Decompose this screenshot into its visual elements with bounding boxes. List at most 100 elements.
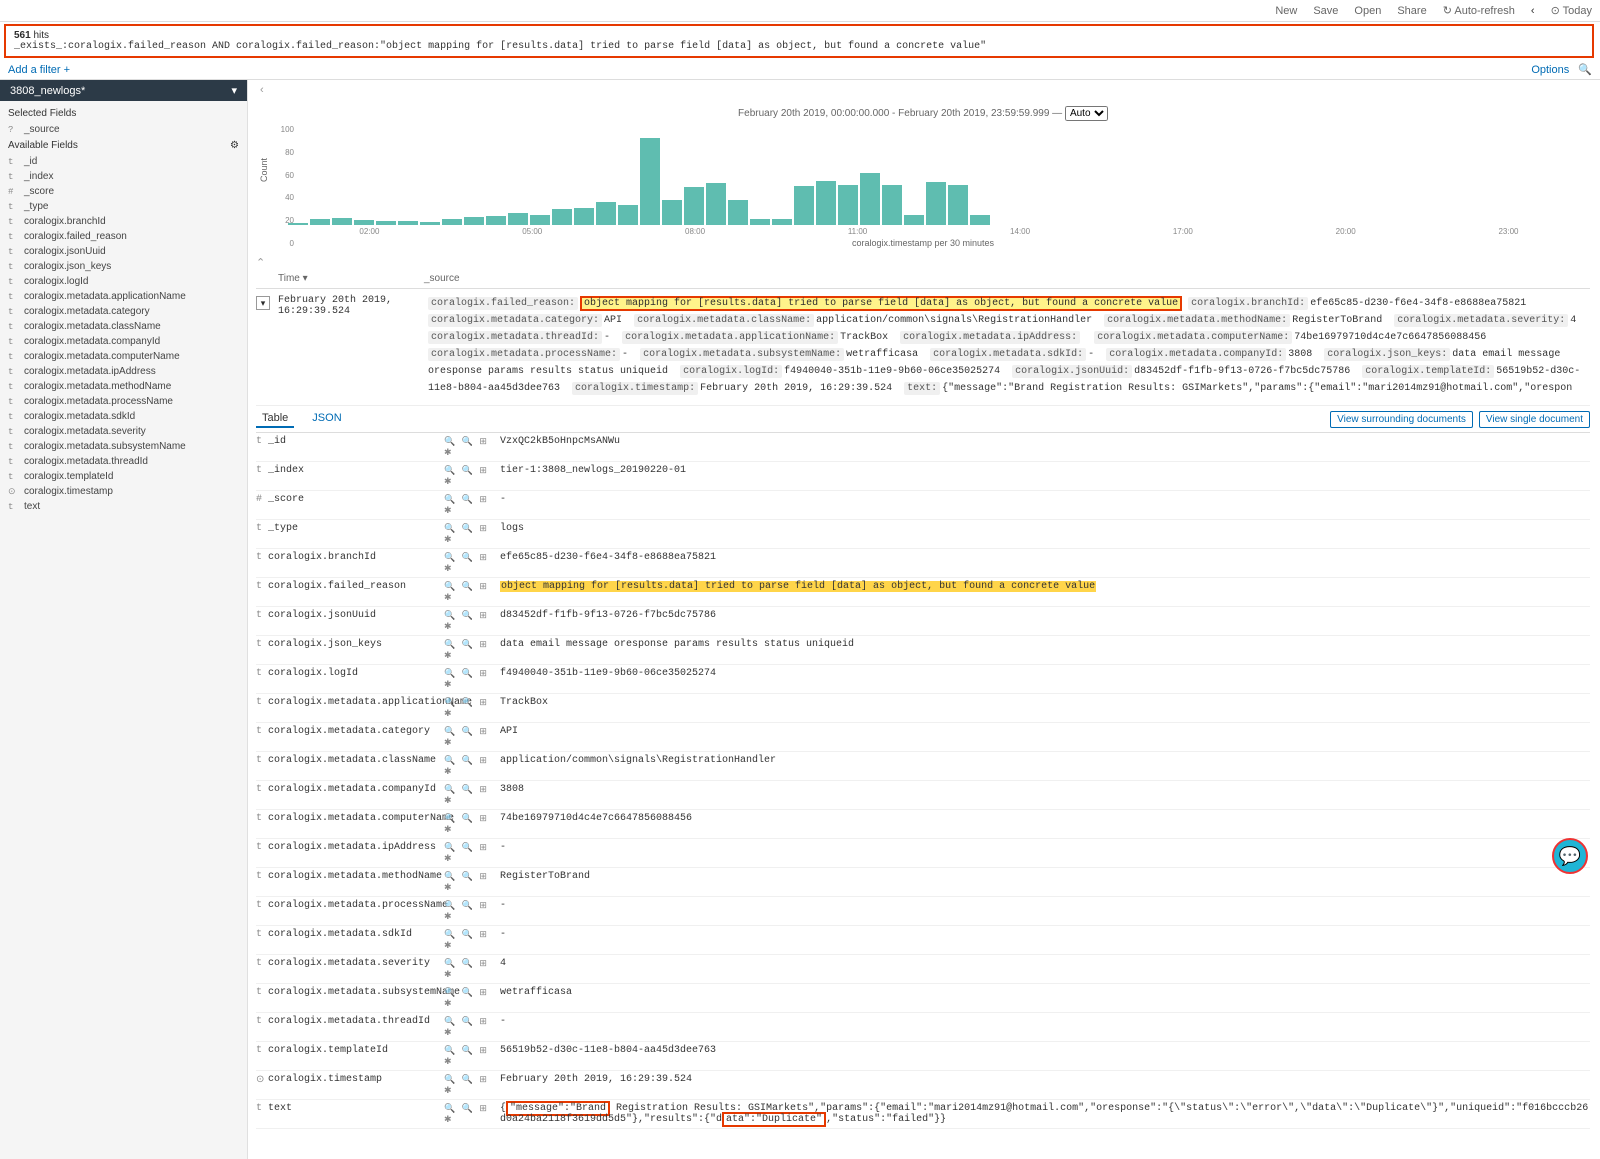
field-action-icons[interactable]: 🔍 🔍 ⊞ ✱ (444, 1074, 500, 1096)
view-surrounding-button[interactable]: View surrounding documents (1330, 411, 1473, 428)
field-action-icons[interactable]: 🔍 🔍 ⊞ ✱ (444, 668, 500, 690)
histogram-bar[interactable] (838, 185, 858, 225)
collapse-sidebar-icon[interactable]: ‹ (256, 84, 268, 96)
histogram-bar[interactable] (486, 216, 506, 225)
histogram-bar[interactable] (442, 219, 462, 225)
field-action-icons[interactable]: 🔍 🔍 ⊞ ✱ (444, 987, 500, 1009)
field-item[interactable]: t_type (8, 199, 239, 214)
nav-autorefresh[interactable]: ↻ Auto-refresh (1443, 4, 1515, 17)
histogram-bar[interactable] (684, 187, 704, 225)
field-item[interactable]: tcoralogix.branchId (8, 214, 239, 229)
field-item[interactable]: tcoralogix.metadata.className (8, 319, 239, 334)
query-bar[interactable]: 561 hits _exists_:coralogix.failed_reaso… (4, 24, 1594, 58)
nav-save[interactable]: Save (1313, 5, 1338, 17)
field-item[interactable]: tcoralogix.metadata.methodName (8, 379, 239, 394)
field-action-icons[interactable]: 🔍 🔍 ⊞ ✱ (444, 523, 500, 545)
histogram-bar[interactable] (750, 219, 770, 225)
histogram-bar[interactable] (860, 173, 880, 225)
histogram-bar[interactable] (530, 215, 550, 225)
nav-prev-icon[interactable]: ‹ (1531, 5, 1535, 17)
field-action-icons[interactable]: 🔍 🔍 ⊞ ✱ (444, 958, 500, 980)
field-item[interactable]: tcoralogix.logId (8, 274, 239, 289)
tab-table[interactable]: Table (256, 410, 294, 428)
histogram-bar[interactable] (948, 185, 968, 225)
histogram-bar[interactable] (420, 222, 440, 225)
histogram-bar[interactable] (970, 215, 990, 225)
field-item[interactable]: tcoralogix.metadata.companyId (8, 334, 239, 349)
field-action-icons[interactable]: 🔍 🔍 ⊞ ✱ (444, 697, 500, 719)
field-action-icons[interactable]: 🔍 🔍 ⊞ ✱ (444, 842, 500, 864)
field-action-icons[interactable]: 🔍 🔍 ⊞ ✱ (444, 639, 500, 661)
nav-new[interactable]: New (1275, 5, 1297, 17)
field-action-icons[interactable]: 🔍 🔍 ⊞ ✱ (444, 900, 500, 922)
histogram-bar[interactable] (772, 219, 792, 225)
field-item[interactable]: tcoralogix.metadata.subsystemName (8, 439, 239, 454)
add-filter[interactable]: Add a filter + (8, 64, 70, 76)
query-input[interactable]: _exists_:coralogix.failed_reason AND cor… (14, 41, 1584, 52)
expand-toggle[interactable]: ▾ (256, 296, 270, 310)
histogram-bar[interactable] (640, 138, 660, 225)
field-action-icons[interactable]: 🔍 🔍 ⊞ ✱ (444, 929, 500, 951)
field-item[interactable]: tcoralogix.metadata.computerName (8, 349, 239, 364)
histogram-bar[interactable] (398, 221, 418, 225)
field-item[interactable]: tcoralogix.json_keys (8, 259, 239, 274)
histogram-bar[interactable] (618, 205, 638, 225)
field-action-icons[interactable]: 🔍 🔍 ⊞ ✱ (444, 1103, 500, 1125)
tab-json[interactable]: JSON (306, 410, 347, 428)
field-item[interactable]: ?_source (8, 122, 239, 137)
field-item[interactable]: tcoralogix.failed_reason (8, 229, 239, 244)
histogram-bar[interactable] (332, 218, 352, 225)
histogram-bar[interactable] (882, 185, 902, 225)
chat-icon[interactable]: 💬 (1552, 838, 1588, 874)
field-item[interactable]: tcoralogix.metadata.sdkId (8, 409, 239, 424)
field-item[interactable]: tcoralogix.metadata.threadId (8, 454, 239, 469)
field-action-icons[interactable]: 🔍 🔍 ⊞ ✱ (444, 726, 500, 748)
field-item[interactable]: t_index (8, 169, 239, 184)
field-item[interactable]: tcoralogix.metadata.applicationName (8, 289, 239, 304)
field-item[interactable]: tcoralogix.jsonUuid (8, 244, 239, 259)
field-action-icons[interactable]: 🔍 🔍 ⊞ ✱ (444, 581, 500, 603)
field-item[interactable]: tcoralogix.templateId (8, 469, 239, 484)
field-item[interactable]: tcoralogix.metadata.ipAddress (8, 364, 239, 379)
field-item[interactable]: #_score (8, 184, 239, 199)
field-action-icons[interactable]: 🔍 🔍 ⊞ ✱ (444, 552, 500, 574)
histogram-bar[interactable] (574, 208, 594, 225)
field-item[interactable]: t_id (8, 154, 239, 169)
field-action-icons[interactable]: 🔍 🔍 ⊞ ✱ (444, 1045, 500, 1067)
field-action-icons[interactable]: 🔍 🔍 ⊞ ✱ (444, 871, 500, 893)
field-action-icons[interactable]: 🔍 🔍 ⊞ ✱ (444, 494, 500, 516)
histogram-bar[interactable] (464, 217, 484, 225)
histogram-bar[interactable] (706, 183, 726, 225)
scroll-up-icon[interactable]: ⌃ (256, 256, 1590, 269)
col-time[interactable]: Time ▾ (256, 273, 412, 284)
histogram-bar[interactable] (662, 200, 682, 225)
histogram-chart[interactable] (256, 125, 1590, 225)
field-action-icons[interactable]: 🔍 🔍 ⊞ ✱ (444, 610, 500, 632)
histogram-bar[interactable] (904, 215, 924, 225)
field-item[interactable]: ⊙coralogix.timestamp (8, 484, 239, 499)
histogram-bar[interactable] (596, 202, 616, 225)
field-item[interactable]: ttext (8, 499, 239, 514)
histogram-bar[interactable] (376, 221, 396, 225)
view-single-button[interactable]: View single document (1479, 411, 1590, 428)
search-icon[interactable]: 🔍 (1578, 63, 1592, 76)
histogram-bar[interactable] (288, 223, 308, 225)
field-item[interactable]: tcoralogix.metadata.severity (8, 424, 239, 439)
index-pattern-selector[interactable]: 3808_newlogs*▾ (0, 80, 247, 101)
scale-select[interactable]: Auto (1065, 106, 1108, 121)
histogram-bar[interactable] (552, 209, 572, 225)
field-item[interactable]: tcoralogix.metadata.category (8, 304, 239, 319)
col-source[interactable]: _source (424, 273, 1590, 284)
field-action-icons[interactable]: 🔍 🔍 ⊞ ✱ (444, 436, 500, 458)
histogram-bar[interactable] (794, 186, 814, 225)
nav-open[interactable]: Open (1354, 5, 1381, 17)
field-action-icons[interactable]: 🔍 🔍 ⊞ ✱ (444, 755, 500, 777)
nav-timerange[interactable]: ⊙ Today (1551, 4, 1592, 17)
histogram-bar[interactable] (310, 219, 330, 225)
histogram-bar[interactable] (728, 200, 748, 225)
histogram-bar[interactable] (816, 181, 836, 225)
field-action-icons[interactable]: 🔍 🔍 ⊞ ✱ (444, 813, 500, 835)
histogram-bar[interactable] (508, 213, 528, 225)
histogram-bar[interactable] (354, 220, 374, 225)
gear-icon[interactable]: ⚙ (230, 140, 239, 151)
